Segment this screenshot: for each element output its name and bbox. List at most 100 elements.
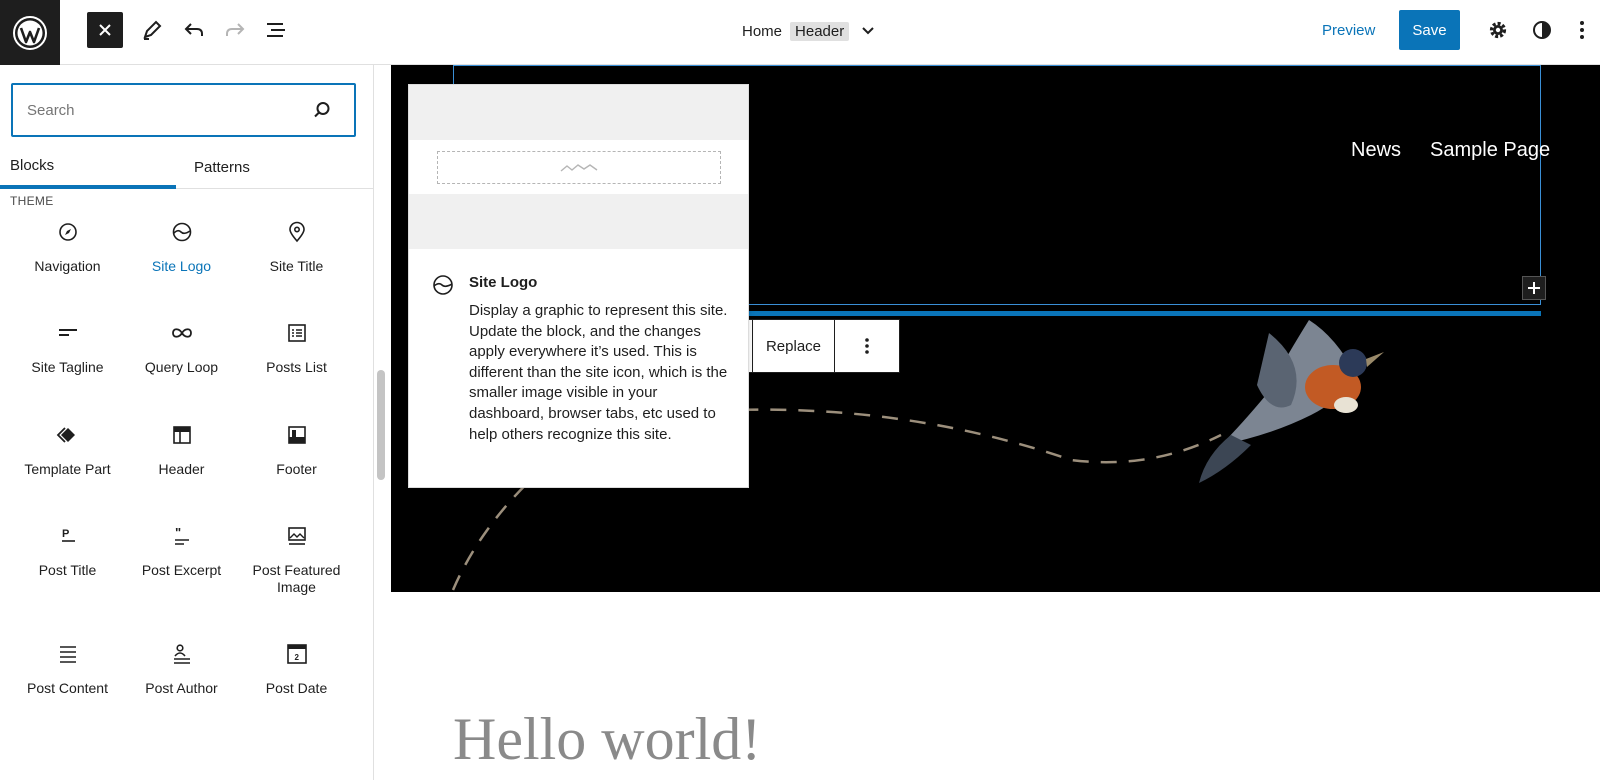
block-item-footer[interactable]: Footer xyxy=(239,423,354,478)
block-item-label: Post Title xyxy=(38,562,97,578)
logo-placeholder-icon xyxy=(560,163,598,172)
site-logo-icon xyxy=(172,222,191,242)
post-author-icon xyxy=(173,644,190,664)
preview-logo-row xyxy=(409,140,748,194)
post-title-heading[interactable]: Hello world! xyxy=(453,705,761,774)
redo-button[interactable] xyxy=(217,12,253,48)
block-item-label: Post Content xyxy=(27,680,108,696)
block-item-label: Template Part xyxy=(24,461,111,477)
block-item-post-featured-image[interactable]: Post Featured Image xyxy=(239,524,354,596)
styles-button[interactable] xyxy=(1524,12,1560,48)
preview-block-title: Site Logo xyxy=(469,274,538,291)
more-vertical-icon xyxy=(1580,21,1584,39)
block-item-post-author[interactable]: Post Author xyxy=(124,642,239,697)
loop-icon xyxy=(171,328,192,338)
theme-category-heading: THEME xyxy=(10,194,54,208)
map-pin-icon xyxy=(288,221,305,243)
featured-image-icon xyxy=(287,527,306,545)
document-dropdown-toggle[interactable] xyxy=(861,26,875,36)
block-item-label: Post Featured Image xyxy=(252,562,341,595)
preview-bottom-band xyxy=(409,194,748,249)
more-vertical-icon xyxy=(865,338,869,354)
header-icon xyxy=(172,426,191,444)
close-icon xyxy=(99,24,111,36)
replace-button[interactable]: Replace xyxy=(753,320,835,372)
block-item-post-date[interactable]: 2 Post Date xyxy=(239,642,354,697)
block-item-post-excerpt[interactable]: " Post Excerpt xyxy=(124,524,239,579)
list-view-button[interactable] xyxy=(258,12,294,48)
block-item-header[interactable]: Header xyxy=(124,423,239,478)
block-item-label: Site Tagline xyxy=(31,359,104,375)
post-title-icon: P xyxy=(61,528,75,542)
block-item-label: Post Author xyxy=(145,680,218,696)
search-field xyxy=(11,83,356,137)
svg-text:2: 2 xyxy=(294,653,299,662)
block-item-site-tagline[interactable]: Site Tagline xyxy=(10,321,125,376)
block-preview-popover: Site Logo Display a graphic to represent… xyxy=(408,84,749,488)
inserter-tabs: Blocks Patterns xyxy=(0,145,373,189)
block-item-label: Navigation xyxy=(34,258,101,274)
preview-top-band xyxy=(409,85,748,140)
svg-text:": " xyxy=(175,525,181,540)
footer-icon xyxy=(287,426,306,444)
search-input[interactable] xyxy=(27,99,297,121)
block-item-template-part[interactable]: Template Part xyxy=(10,423,125,478)
redo-icon xyxy=(226,23,245,36)
posts-list-icon xyxy=(287,324,306,342)
editor-top-bar: Home Header Preview Save xyxy=(0,0,1600,65)
gear-icon xyxy=(1489,21,1507,39)
block-item-label: Site Logo xyxy=(151,258,212,274)
block-item-label: Query Loop xyxy=(144,359,219,375)
tools-button[interactable] xyxy=(134,12,170,48)
template-part-icon xyxy=(56,427,75,443)
pencil-icon xyxy=(143,20,162,40)
block-item-label: Post Date xyxy=(265,680,328,696)
block-options-button[interactable] xyxy=(835,320,899,372)
post-content-icon xyxy=(59,646,76,663)
block-inserter-panel: Blocks Patterns THEME Navigation Site Lo… xyxy=(0,65,374,780)
settings-button[interactable] xyxy=(1480,12,1516,48)
search-icon xyxy=(314,102,330,118)
block-item-post-content[interactable]: Post Content xyxy=(10,642,125,697)
close-inserter-button[interactable] xyxy=(87,12,123,48)
nav-link-sample-page[interactable]: Sample Page xyxy=(1430,139,1550,162)
doc-title-home: Home xyxy=(742,22,783,40)
block-item-post-title[interactable]: P Post Title xyxy=(10,524,125,579)
block-item-label: Post Excerpt xyxy=(141,562,222,578)
list-view-icon xyxy=(267,23,285,37)
template-part-chip: Header xyxy=(790,21,850,41)
add-block-button[interactable] xyxy=(1522,276,1546,300)
block-item-label: Footer xyxy=(276,461,317,477)
preview-block-description: Display a graphic to represent this site… xyxy=(469,302,728,443)
tab-patterns[interactable]: Patterns xyxy=(176,145,352,189)
logo-placeholder xyxy=(437,151,721,184)
sidebar-scrollbar[interactable] xyxy=(377,370,385,480)
undo-icon xyxy=(184,23,203,36)
nav-link-news[interactable]: News xyxy=(1351,139,1401,162)
block-item-label: Header xyxy=(158,461,205,477)
tagline-icon xyxy=(58,329,77,336)
save-button[interactable]: Save xyxy=(1399,10,1460,50)
tab-blocks[interactable]: Blocks xyxy=(0,145,176,189)
block-item-query-loop[interactable]: Query Loop xyxy=(124,321,239,376)
block-item-label: Posts List xyxy=(266,359,327,375)
undo-button[interactable] xyxy=(176,12,212,48)
wordpress-logo-button[interactable] xyxy=(0,0,60,65)
block-toolbar: Replace xyxy=(728,319,900,373)
post-excerpt-icon: " xyxy=(174,525,189,545)
plus-icon xyxy=(1528,282,1540,294)
block-item-posts-list[interactable]: Posts List xyxy=(239,321,354,376)
block-item-site-title[interactable]: Site Title xyxy=(239,220,354,275)
post-date-icon: 2 xyxy=(286,644,307,664)
navigation-icon xyxy=(58,223,77,241)
chevron-down-icon xyxy=(862,27,874,35)
document-title[interactable]: Home Header xyxy=(742,20,875,42)
block-item-navigation[interactable]: Navigation xyxy=(10,220,125,275)
site-logo-icon xyxy=(433,275,453,295)
preview-button[interactable]: Preview xyxy=(1312,12,1385,48)
block-item-site-logo[interactable]: Site Logo xyxy=(124,220,239,275)
wordpress-logo-icon xyxy=(13,15,47,50)
contrast-icon xyxy=(1533,21,1551,39)
options-menu-button[interactable] xyxy=(1570,12,1594,48)
svg-text:P: P xyxy=(62,528,69,540)
